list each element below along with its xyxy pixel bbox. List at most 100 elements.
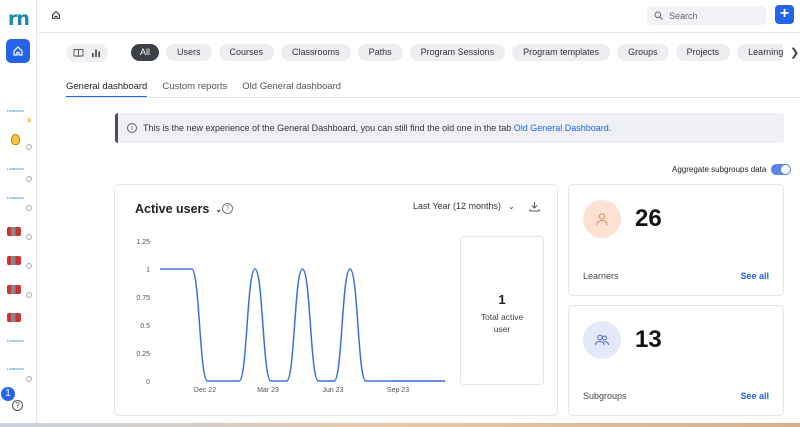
aggregate-subgroups: Aggregate subgroups data bbox=[672, 164, 792, 175]
sidebar: rn Learnova ♛ Learnova Learnova Learnova Lear… bbox=[0, 0, 37, 427]
download-icon[interactable] bbox=[529, 201, 540, 212]
subgroup-avatar bbox=[583, 321, 621, 359]
info-banner: i This is the new experience of the Gene… bbox=[115, 113, 784, 143]
org-name: Learnova bbox=[7, 366, 24, 371]
tab-old-general-dashboard[interactable]: Old General dashboard bbox=[242, 81, 341, 98]
lock-icon bbox=[26, 205, 32, 211]
active-users-line bbox=[159, 268, 445, 382]
lock-icon bbox=[26, 292, 32, 298]
aggregate-label: Aggregate subgroups data bbox=[672, 165, 767, 174]
home-icon bbox=[13, 46, 23, 56]
filter-pill-learning-needs[interactable]: Learning Needs bbox=[737, 44, 783, 61]
sidebar-org-item[interactable]: Learnova bbox=[7, 366, 32, 382]
x-tick-label: Mar 23 bbox=[257, 387, 279, 394]
org-logo-image bbox=[7, 285, 21, 294]
filter-pill-program-sessions[interactable]: Program Sessions bbox=[409, 44, 506, 61]
y-tick-label: 1.25 bbox=[136, 239, 150, 246]
banner-text: This is the new experience of the Genera… bbox=[143, 123, 611, 133]
sidebar-org-item[interactable]: Learnova ♛ bbox=[7, 108, 32, 124]
active-users-title-text: Active users bbox=[135, 202, 210, 216]
filter-pill-program-templates[interactable]: Program templates bbox=[512, 44, 611, 61]
sidebar-org-item[interactable] bbox=[7, 134, 32, 150]
sidebar-org-item[interactable]: Learnova bbox=[7, 338, 31, 354]
notification-badge[interactable]: 1 bbox=[1, 387, 15, 401]
banner-suffix: . bbox=[608, 123, 612, 133]
sidebar-org-item[interactable] bbox=[7, 310, 31, 326]
active-users-title[interactable]: Active users ⌄ bbox=[135, 202, 222, 216]
tab-custom-reports[interactable]: Custom reports bbox=[162, 81, 227, 98]
tab-general-dashboard[interactable]: General dashboard bbox=[66, 81, 148, 98]
lock-icon bbox=[26, 234, 32, 240]
active-users-card: Active users ⌄ ? Last Year (12 months) ⌄… bbox=[114, 184, 558, 416]
book-view-icon[interactable] bbox=[73, 48, 84, 58]
learners-count: 26 bbox=[635, 205, 662, 232]
org-name: Learnova bbox=[7, 108, 24, 113]
crown-icon: ♛ bbox=[26, 118, 32, 124]
y-tick-label: 0.75 bbox=[136, 295, 150, 302]
subgroups-card: 13 Subgroups See all bbox=[568, 305, 784, 416]
filter-pill-users[interactable]: Users bbox=[166, 44, 212, 61]
filter-pill-groups[interactable]: Groups bbox=[617, 44, 669, 61]
banner-message: This is the new experience of the Genera… bbox=[143, 123, 514, 133]
active-users-chart: 0 0.25 0.5 0.75 1 1.25 Dec 22 Mar 23 Jun 23 Sep 2… bbox=[136, 239, 445, 394]
lock-icon bbox=[26, 263, 32, 269]
sidebar-org-item[interactable]: Learnova bbox=[7, 166, 32, 182]
total-active-value: 1 bbox=[498, 292, 506, 307]
org-name: Learnova bbox=[7, 166, 24, 171]
org-logo-image bbox=[7, 313, 21, 322]
x-tick-label: Dec 22 bbox=[194, 387, 216, 394]
x-tick-label: Jun 23 bbox=[322, 387, 343, 394]
search-box[interactable] bbox=[647, 6, 766, 25]
dashboard-tabs: General dashboard Custom reports Old Gener… bbox=[66, 81, 341, 98]
aggregate-toggle[interactable] bbox=[771, 164, 792, 175]
filter-pills: All Users Courses Classrooms Paths Program Se… bbox=[131, 44, 783, 61]
filter-pill-paths[interactable]: Paths bbox=[357, 44, 403, 61]
add-button[interactable]: + bbox=[775, 5, 794, 24]
app-logo[interactable]: rn bbox=[8, 8, 30, 30]
org-logo-image bbox=[7, 256, 21, 265]
subgroups-count: 13 bbox=[635, 326, 662, 353]
sidebar-org-item[interactable] bbox=[7, 282, 32, 298]
user-icon bbox=[596, 213, 608, 226]
period-value: Last Year (12 months) bbox=[413, 201, 502, 211]
y-tick-label: 0.25 bbox=[136, 351, 150, 358]
learners-card: 26 Learners See all bbox=[568, 184, 784, 296]
old-dashboard-link[interactable]: Old General Dashboard bbox=[514, 123, 609, 133]
lock-icon bbox=[26, 144, 32, 150]
search-input[interactable] bbox=[669, 10, 759, 21]
home-nav-button[interactable] bbox=[6, 39, 30, 63]
x-tick-label: Sep 23 bbox=[387, 387, 409, 394]
org-name: Learnova bbox=[7, 195, 24, 200]
help-icon[interactable]: ? bbox=[12, 400, 23, 411]
bottom-edge bbox=[0, 423, 800, 427]
period-select[interactable]: Last Year (12 months) ⌄ bbox=[413, 201, 515, 211]
filter-bar: All Users Courses Classrooms Paths Program Se… bbox=[66, 44, 800, 62]
sidebar-org-item[interactable] bbox=[7, 253, 32, 269]
bar-chart-view-icon[interactable] bbox=[91, 48, 101, 58]
filter-pill-classrooms[interactable]: Classrooms bbox=[281, 44, 351, 61]
chevron-right-icon[interactable]: ❯ bbox=[790, 46, 799, 59]
org-logo-image bbox=[7, 227, 21, 236]
filter-pill-all[interactable]: All bbox=[131, 44, 160, 61]
total-active-label: Total active user bbox=[480, 312, 524, 334]
home-icon[interactable] bbox=[51, 10, 61, 20]
filter-pill-courses[interactable]: Courses bbox=[218, 44, 275, 61]
topbar: + bbox=[38, 0, 800, 33]
subgroups-label: Subgroups bbox=[583, 391, 627, 401]
info-icon: i bbox=[127, 123, 137, 133]
lightbulb-icon bbox=[11, 134, 20, 145]
sidebar-org-item[interactable] bbox=[7, 224, 32, 240]
sidebar-org-item[interactable]: Learnova bbox=[7, 195, 32, 211]
total-active-box: 1 Total active user bbox=[460, 236, 544, 385]
search-icon bbox=[654, 11, 663, 20]
learners-label: Learners bbox=[583, 271, 619, 281]
learners-see-all-link[interactable]: See all bbox=[740, 271, 769, 281]
chevron-down-icon: ⌄ bbox=[508, 201, 515, 211]
tabs-divider bbox=[66, 97, 800, 98]
help-icon[interactable]: ? bbox=[222, 203, 233, 214]
group-icon bbox=[595, 334, 609, 346]
subgroups-see-all-link[interactable]: See all bbox=[740, 391, 769, 401]
y-tick-label: 1 bbox=[146, 267, 150, 274]
view-toggle[interactable] bbox=[66, 44, 108, 62]
filter-pill-projects[interactable]: Projects bbox=[675, 44, 731, 61]
